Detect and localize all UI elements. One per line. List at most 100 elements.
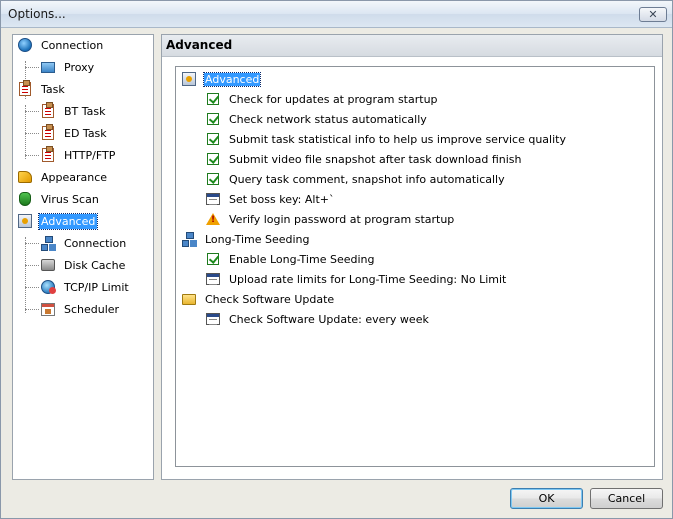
setting-label: Check for updates at program startup (229, 92, 438, 106)
tree-connector (25, 133, 39, 134)
dialog-body: Connection Proxy Task BT Task ED Task HT… (1, 29, 672, 518)
setting-label: Verify login password at program startup (229, 212, 455, 226)
tcpip-icon (40, 279, 56, 295)
sidebar-item-ed-task[interactable]: ED Task (40, 123, 109, 143)
disk-icon (40, 257, 56, 273)
sidebar-item-label: Virus Scan (41, 192, 99, 206)
sidebar-item-bt-task[interactable]: BT Task (40, 101, 108, 121)
edit-icon (205, 271, 221, 287)
sidebar-item-scheduler[interactable]: Scheduler (40, 299, 121, 319)
setting-update-frequency[interactable]: Check Software Update: every week (205, 310, 430, 328)
settings-panel: Advanced Advanced Check for updates at p… (161, 34, 663, 480)
sidebar-item-label: Connection (41, 38, 104, 52)
sidebar-item-label: Appearance (41, 170, 108, 184)
setting-check-updates[interactable]: Check for updates at program startup (205, 90, 439, 108)
setting-upload-rate-limit[interactable]: Upload rate limits for Long-Time Seeding… (205, 270, 507, 288)
setting-label: Check Software Update: every week (229, 312, 429, 326)
sidebar-item-connection[interactable]: Connection (17, 35, 105, 55)
setting-label: Check network status automatically (229, 112, 427, 126)
checkbox-checked[interactable] (205, 251, 221, 267)
sidebar-item-http-ftp[interactable]: HTTP/FTP (40, 145, 117, 165)
ok-button[interactable]: OK (510, 488, 583, 509)
sidebar-item-virus-scan[interactable]: Virus Scan (17, 189, 101, 209)
sidebar-item-label: ED Task (64, 126, 107, 140)
category-tree[interactable]: Connection Proxy Task BT Task ED Task HT… (12, 34, 154, 480)
setting-enable-seeding[interactable]: Enable Long-Time Seeding (205, 250, 375, 268)
edit-icon (205, 311, 221, 327)
sidebar-item-proxy[interactable]: Proxy (40, 57, 96, 77)
network-icon (181, 231, 197, 247)
tree-connector (25, 265, 39, 266)
options-window: Options... ✕ Connection Proxy Task BT Ta… (0, 0, 673, 519)
tree-connector (25, 111, 39, 112)
section-check-software-update[interactable]: Check Software Update (181, 290, 335, 308)
section-long-time-seeding[interactable]: Long-Time Seeding (181, 230, 311, 248)
setting-label: Set boss key: Alt+` (229, 192, 335, 206)
sidebar-item-disk-cache[interactable]: Disk Cache (40, 255, 127, 275)
sidebar-item-task[interactable]: Task (17, 79, 67, 99)
warning-icon (205, 211, 221, 227)
setting-submit-stats[interactable]: Submit task statistical info to help us … (205, 130, 567, 148)
clipboard-icon (40, 124, 56, 141)
sidebar-item-tcpip-limit[interactable]: TCP/IP Limit (40, 277, 131, 297)
sidebar-item-label: Advanced (37, 212, 99, 230)
shield-icon (17, 191, 33, 207)
checkbox-checked[interactable] (205, 151, 221, 167)
globe-icon (17, 37, 33, 53)
settings-list[interactable]: Advanced Check for updates at program st… (175, 66, 655, 467)
setting-query-comment[interactable]: Query task comment, snapshot info automa… (205, 170, 506, 188)
section-label: Check Software Update (205, 292, 335, 306)
setting-label: Query task comment, snapshot info automa… (229, 172, 505, 186)
close-icon: ✕ (648, 8, 658, 21)
tree-connector (25, 155, 39, 156)
setting-label: Submit task statistical info to help us … (229, 132, 566, 146)
window-title: Options... (8, 7, 66, 21)
setting-boss-key[interactable]: Set boss key: Alt+` (205, 190, 336, 208)
title-bar[interactable]: Options... ✕ (1, 1, 672, 28)
tree-connector (25, 237, 26, 313)
sidebar-item-label: BT Task (64, 104, 106, 118)
checkbox-checked[interactable] (205, 171, 221, 187)
network-icon (40, 235, 56, 251)
setting-check-network[interactable]: Check network status automatically (205, 110, 428, 128)
monitor-icon (40, 59, 56, 75)
sidebar-item-label: Connection (64, 236, 127, 250)
section-label: Advanced (202, 71, 262, 87)
sidebar-item-label: TCP/IP Limit (64, 280, 129, 294)
folder-icon (181, 291, 197, 307)
setting-label: Enable Long-Time Seeding (229, 252, 375, 266)
tree-connector (25, 287, 39, 288)
checkbox-checked[interactable] (205, 91, 221, 107)
advanced-icon (17, 213, 33, 229)
cancel-button[interactable]: Cancel (590, 488, 663, 509)
ok-button-label: OK (538, 492, 555, 505)
checkbox-checked[interactable] (205, 111, 221, 127)
clipboard-icon (40, 146, 56, 163)
cancel-button-label: Cancel (607, 492, 646, 505)
setting-label: Submit video file snapshot after task do… (229, 152, 522, 166)
sidebar-item-label: Task (41, 82, 65, 96)
edit-icon (205, 191, 221, 207)
sidebar-item-adv-connection[interactable]: Connection (40, 233, 128, 253)
panel-title: Advanced (162, 35, 662, 57)
tree-connector (25, 243, 39, 244)
section-advanced[interactable]: Advanced (181, 70, 262, 88)
scheduler-icon (40, 301, 56, 317)
sidebar-item-appearance[interactable]: Appearance (17, 167, 109, 187)
clipboard-icon (17, 80, 33, 97)
sidebar-item-label: HTTP/FTP (64, 148, 116, 162)
sidebar-item-label: Proxy (64, 60, 95, 74)
advanced-icon (181, 71, 197, 87)
sidebar-item-label: Disk Cache (64, 258, 126, 272)
checkbox-checked[interactable] (205, 131, 221, 147)
setting-label: Upload rate limits for Long-Time Seeding… (229, 272, 507, 286)
sidebar-item-advanced[interactable]: Advanced (17, 211, 99, 231)
setting-submit-snapshot[interactable]: Submit video file snapshot after task do… (205, 150, 523, 168)
section-label: Long-Time Seeding (205, 232, 310, 246)
close-button[interactable]: ✕ (639, 7, 667, 22)
setting-verify-password[interactable]: Verify login password at program startup (205, 210, 455, 228)
tree-connector (25, 309, 39, 310)
paint-icon (17, 169, 33, 185)
tree-connector (25, 105, 26, 159)
sidebar-item-label: Scheduler (64, 302, 120, 316)
